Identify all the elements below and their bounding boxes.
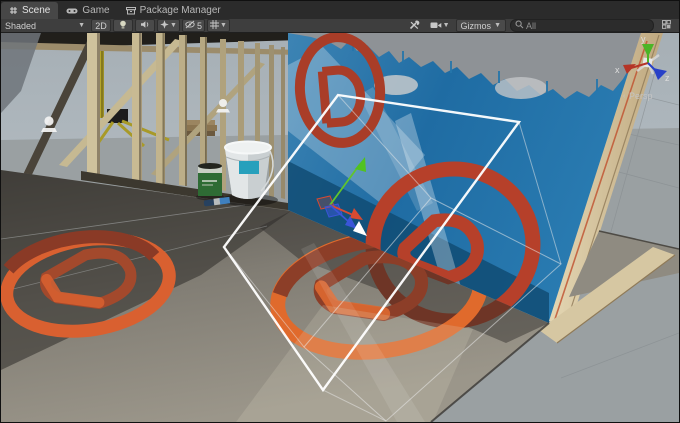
scene-viewport[interactable]: y x z ‹ Persp	[1, 33, 679, 422]
grid-icon	[210, 20, 219, 31]
eye-slash-icon	[185, 20, 196, 31]
grid-visibility-dropdown-button[interactable]: ▼	[207, 19, 230, 32]
scene-visibility-button[interactable]: 5	[182, 19, 205, 32]
effects-star-icon	[160, 20, 169, 31]
overlays-button[interactable]	[656, 19, 676, 32]
gizmos-label: Gizmos	[461, 21, 492, 31]
component-tools-button[interactable]	[405, 19, 425, 32]
axis-y-label: y	[641, 34, 646, 44]
search-icon	[515, 20, 524, 31]
chevron-down-icon: ▼	[170, 22, 177, 29]
scene-search-field[interactable]	[510, 19, 654, 32]
camera-settings-dropdown[interactable]: ▼	[427, 19, 453, 32]
chevron-down-icon: ▼	[494, 22, 501, 29]
scene-grid-icon	[9, 6, 18, 15]
search-input[interactable]	[526, 21, 649, 31]
tab-game[interactable]: Game	[58, 2, 117, 19]
wrench-icon	[409, 20, 420, 32]
paint-can-green[interactable]	[196, 163, 224, 201]
hidden-count-label: 5	[197, 21, 202, 31]
tab-game-label: Game	[82, 5, 109, 16]
effects-dropdown-button[interactable]: ▼	[157, 19, 180, 32]
toolbar-left-group: Shaded ▼ 2D ▼	[1, 19, 230, 32]
unity-editor-window: Scene Game Package Manager Shaded ▼ 2D	[0, 0, 680, 423]
camera-icon	[430, 21, 442, 31]
2d-toggle-button[interactable]: 2D	[91, 19, 111, 32]
speaker-icon	[140, 20, 150, 31]
tab-package-manager[interactable]: Package Manager	[118, 2, 229, 19]
gizmos-dropdown-button[interactable]: Gizmos ▼	[456, 19, 506, 32]
tab-strip: Scene Game Package Manager	[1, 1, 679, 19]
gamepad-icon	[66, 6, 78, 15]
projection-mode-label: Persp	[629, 91, 653, 101]
chevron-down-icon: ▼	[78, 22, 85, 29]
shading-mode-label: Shaded	[5, 21, 36, 31]
chevron-down-icon: ▼	[220, 22, 227, 29]
package-icon	[126, 6, 136, 15]
tab-package-manager-label: Package Manager	[140, 5, 221, 16]
lightbulb-icon	[119, 20, 127, 32]
overlays-grid-icon	[662, 20, 671, 31]
axis-z-label: z	[665, 73, 670, 83]
tab-scene[interactable]: Scene	[1, 2, 58, 19]
audio-toggle-button[interactable]	[135, 19, 155, 32]
shading-mode-dropdown[interactable]: Shaded ▼	[1, 20, 89, 31]
toolbar-right-group: ▼ Gizmos ▼	[403, 19, 679, 32]
scene-toolbar: Shaded ▼ 2D ▼	[1, 19, 679, 33]
lighting-toggle-button[interactable]	[113, 19, 133, 32]
axis-x-label: x	[615, 65, 620, 75]
2d-toggle-label: 2D	[95, 21, 107, 31]
chevron-down-icon: ▼	[443, 22, 450, 29]
tab-scene-label: Scene	[22, 5, 50, 16]
